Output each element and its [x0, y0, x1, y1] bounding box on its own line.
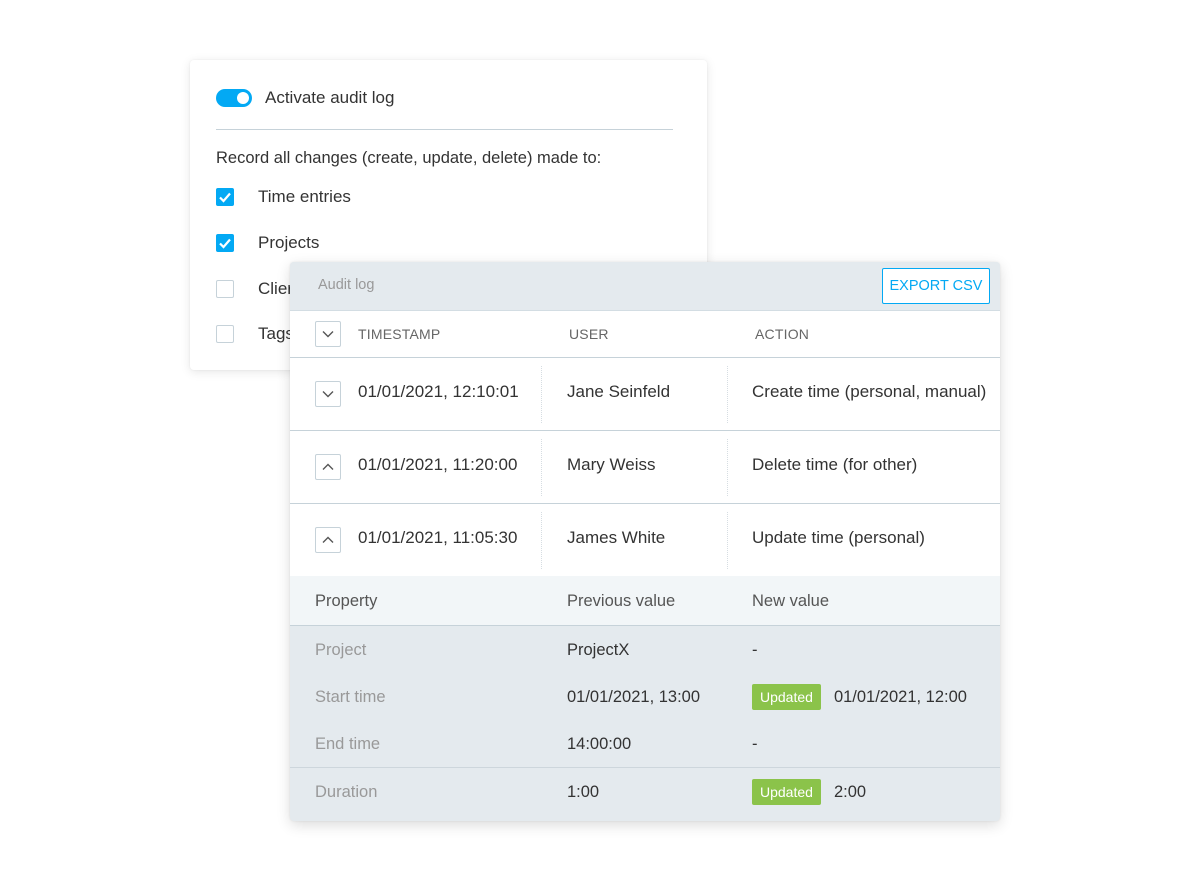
column-separator — [541, 366, 542, 423]
detail-row: End time 14:00:00 - — [290, 720, 1000, 768]
time-entries-label: Time entries — [258, 187, 351, 206]
row-collapse-button[interactable] — [315, 527, 341, 553]
row-action: Delete time (for other) — [752, 455, 918, 474]
time-entries-checkbox[interactable] — [216, 188, 234, 206]
column-separator — [727, 439, 728, 496]
checkbox-row-projects: Projects — [216, 233, 319, 253]
detail-new-value: - — [752, 640, 758, 659]
column-separator — [727, 512, 728, 569]
detail-property: Duration — [315, 783, 378, 801]
projects-label: Projects — [258, 233, 320, 252]
row-user: Mary Weiss — [567, 455, 656, 474]
projects-checkbox[interactable] — [216, 234, 234, 252]
detail-new-value: 01/01/2021, 12:00 — [833, 687, 967, 706]
column-separator — [727, 366, 728, 423]
divider — [216, 129, 673, 130]
table-row[interactable]: 01/01/2021, 12:10:01 Jane Seinfeld Creat… — [290, 358, 1000, 431]
row-timestamp: 01/01/2021, 11:05:30 — [358, 528, 518, 547]
clients-checkbox[interactable] — [216, 280, 234, 298]
row-timestamp: 01/01/2021, 11:20:00 — [358, 455, 518, 474]
row-collapse-button[interactable] — [315, 454, 341, 480]
checkbox-row-tags: Tags — [216, 324, 294, 344]
row-user: Jane Seinfeld — [567, 382, 671, 401]
column-separator — [541, 439, 542, 496]
detail-new-value-cell: - — [752, 730, 758, 758]
detail-property: Start time — [315, 688, 386, 706]
chevron-down-icon — [322, 391, 334, 398]
detail-row: Start time 01/01/2021, 13:00 Updated 01/… — [290, 673, 1000, 721]
row-action: Update time (personal) — [752, 528, 925, 547]
chevron-up-icon — [322, 536, 334, 543]
column-header-action[interactable]: ACTION — [755, 326, 809, 342]
column-separator — [541, 512, 542, 569]
updated-badge: Updated — [752, 779, 821, 805]
export-csv-button[interactable]: EXPORT CSV — [882, 268, 990, 304]
row-timestamp: 01/01/2021, 12:10:01 — [358, 382, 519, 401]
detail-new-value-cell: - — [752, 636, 758, 664]
detail-new-value-cell: Updated 01/01/2021, 12:00 — [752, 683, 967, 711]
detail-row: Project ProjectX - — [290, 626, 1000, 674]
detail-previous-value: 01/01/2021, 13:00 — [567, 688, 701, 706]
detail-header-new: New value — [752, 592, 830, 610]
activate-audit-log-toggle[interactable] — [216, 89, 252, 107]
table-row[interactable]: 01/01/2021, 11:05:30 James White Update … — [290, 504, 1000, 577]
row-expand-button[interactable] — [315, 381, 341, 407]
detail-new-value-cell: Updated 2:00 — [752, 778, 866, 806]
detail-header-previous: Previous value — [567, 592, 676, 610]
chevron-up-icon — [322, 463, 334, 470]
activate-audit-log-label: Activate audit log — [265, 88, 395, 107]
column-header-user[interactable]: USER — [569, 326, 609, 342]
column-header-timestamp[interactable]: TIMESTAMP — [358, 326, 440, 342]
table-header: TIMESTAMP USER ACTION — [290, 310, 1000, 358]
checkbox-row-time-entries: Time entries — [216, 187, 351, 207]
audit-log-card: Audit log EXPORT CSV TIMESTAMP USER ACTI… — [290, 262, 1000, 821]
record-changes-text: Record all changes (create, update, dele… — [216, 149, 602, 167]
toggle-knob — [237, 92, 249, 104]
check-icon — [219, 192, 231, 203]
activate-audit-log-row: Activate audit log — [216, 88, 394, 108]
tags-label: Tags — [258, 324, 294, 343]
detail-previous-value: 1:00 — [567, 783, 600, 801]
audit-log-title: Audit log — [318, 277, 375, 293]
checkbox-row-clients: Clier — [216, 279, 293, 299]
detail-table-header: Property Previous value New value — [290, 576, 1000, 626]
detail-previous-value: 14:00:00 — [567, 735, 632, 753]
detail-header-property: Property — [315, 592, 378, 610]
detail-property: Project — [315, 641, 367, 659]
detail-row: Duration 1:00 Updated 2:00 — [290, 768, 1000, 816]
chevron-down-icon — [322, 331, 334, 338]
detail-new-value: - — [752, 734, 758, 753]
row-user: James White — [567, 528, 666, 547]
row-action: Create time (personal, manual) — [752, 382, 987, 401]
detail-property: End time — [315, 735, 381, 753]
tags-checkbox[interactable] — [216, 325, 234, 343]
clients-label: Clier — [258, 279, 293, 298]
audit-log-header: Audit log EXPORT CSV — [290, 262, 1000, 310]
detail-previous-value: ProjectX — [567, 641, 630, 659]
updated-badge: Updated — [752, 684, 821, 710]
check-icon — [219, 238, 231, 249]
expand-all-button[interactable] — [315, 321, 341, 347]
detail-new-value: 2:00 — [833, 782, 867, 801]
table-row[interactable]: 01/01/2021, 11:20:00 Mary Weiss Delete t… — [290, 431, 1000, 504]
